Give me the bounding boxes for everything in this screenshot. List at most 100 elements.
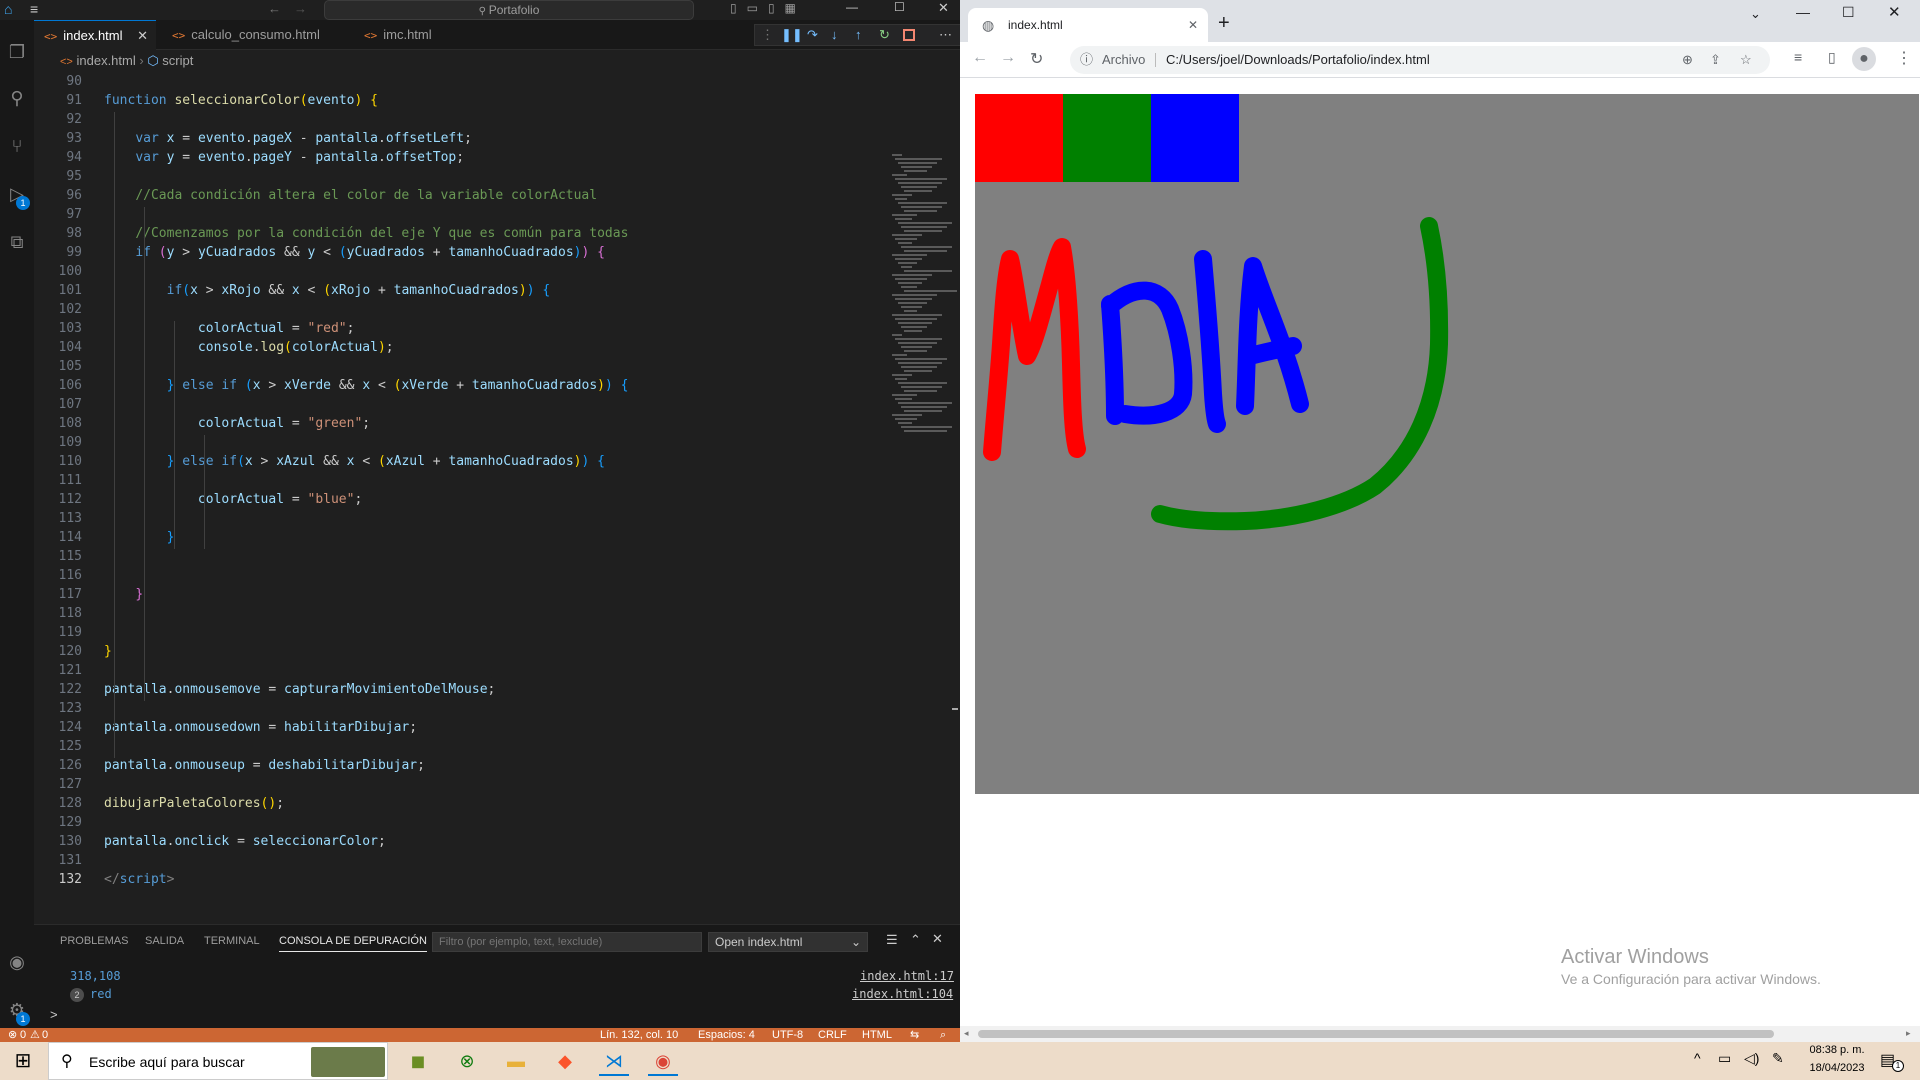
drawing-canvas[interactable] [975, 94, 1919, 794]
forward-arrow-icon[interactable]: → [294, 1, 307, 16]
tab-imc[interactable]: <> imc.html [354, 20, 464, 50]
command-center[interactable]: ⚲ Portafolio [324, 0, 694, 20]
zoom-icon[interactable]: ⊕ [1682, 46, 1693, 74]
address-bar[interactable]: ⓘ Archivo C:/Users/joel/Downloads/Portaf… [1070, 46, 1770, 74]
breadcrumb-file[interactable]: index.html [76, 53, 135, 68]
error-icon[interactable]: ⊗ [8, 1028, 17, 1042]
taskbar-search[interactable]: ⚲ Escribe aquí para buscar [48, 1042, 388, 1080]
cursor-position[interactable]: Lín. 132, col. 10 [600, 1028, 678, 1042]
search-icon[interactable]: ⚲ [5, 86, 29, 110]
tab-index-html[interactable]: <> index.html ✕ [34, 20, 156, 50]
forward-arrow-icon[interactable]: → [1000, 49, 1016, 67]
console-source-link[interactable]: index.html:104 [852, 987, 953, 1001]
code-line[interactable]: var y = evento.pageY - pantalla.offsetTo… [104, 150, 464, 165]
drag-handle-icon[interactable]: ⋮ [761, 25, 774, 45]
back-arrow-icon[interactable]: ← [268, 1, 281, 16]
step-into-icon[interactable]: ↓ [831, 25, 838, 45]
code-line[interactable]: pantalla.onmousedown = habilitarDibujar; [104, 720, 417, 735]
code-line[interactable]: } [104, 644, 112, 659]
network-icon[interactable]: ▭ [1718, 1050, 1731, 1067]
minimize-icon[interactable]: — [1796, 4, 1810, 20]
indentation[interactable]: Espacios: 4 [698, 1028, 755, 1042]
file-explorer-icon[interactable]: ▬ [501, 1046, 531, 1076]
panel-tab-problems[interactable]: PROBLEMAS [60, 935, 128, 947]
code-line[interactable]: } [104, 587, 143, 602]
code-line[interactable]: colorActual = "red"; [104, 321, 355, 336]
palette-red-square[interactable] [975, 94, 1063, 182]
line-ending[interactable]: CRLF [818, 1028, 847, 1042]
stop-icon[interactable] [903, 29, 915, 41]
xbox-icon[interactable]: ⊗ [452, 1046, 482, 1076]
code-line[interactable]: function seleccionarColor(evento) { [104, 93, 378, 108]
windows-start-icon[interactable]: ⊞ [8, 1046, 38, 1076]
scroll-right-icon[interactable]: ▸ [1906, 1028, 1911, 1039]
tab-close-icon[interactable]: ✕ [137, 21, 148, 51]
extensions-icon[interactable]: ⧉ [5, 230, 29, 254]
step-over-icon[interactable]: ↷ [807, 25, 818, 45]
account-icon[interactable]: ◉ [5, 950, 29, 974]
notifications-bell-icon[interactable]: ⌕ [940, 1028, 946, 1042]
code-line[interactable]: } else if(x > xAzul && x < (xAzul + tama… [104, 454, 605, 469]
code-line[interactable]: if(x > xRojo && x < (xRojo + tamanhoCuad… [104, 283, 551, 298]
maximize-panel-icon[interactable]: ⌃ [910, 932, 921, 948]
restart-icon[interactable]: ↻ [879, 25, 890, 45]
panel-tab-output[interactable]: SALIDA [145, 935, 184, 947]
code-line[interactable]: console.log(colorActual); [104, 340, 394, 355]
browser-tab[interactable]: ◍ index.html ✕ [968, 8, 1208, 42]
show-hidden-icons-icon[interactable]: ^ [1694, 1050, 1701, 1066]
scrollbar-thumb[interactable] [978, 1030, 1774, 1038]
filter-input[interactable] [432, 932, 702, 952]
clock-time[interactable]: 08:38 p. m. [1802, 1044, 1872, 1056]
code-line[interactable]: //Comenzamos por la condición del eje Y … [104, 226, 628, 241]
breadcrumb-symbol[interactable]: script [162, 53, 193, 68]
source-control-icon[interactable]: ⑂ [5, 134, 29, 158]
code-line[interactable]: colorActual = "blue"; [104, 492, 362, 507]
clock-date[interactable]: 18/04/2023 [1802, 1062, 1872, 1074]
chevron-down-icon[interactable]: ⌄ [1750, 6, 1761, 22]
volume-icon[interactable]: ◁) [1744, 1050, 1759, 1067]
console-prompt[interactable]: > [50, 1007, 58, 1022]
clear-console-icon[interactable]: ☰ [886, 932, 898, 948]
pause-icon[interactable]: ❚❚ [781, 25, 803, 45]
info-icon[interactable]: ⓘ [1080, 46, 1093, 74]
brave-browser-icon[interactable]: ◆ [550, 1046, 580, 1076]
share-icon[interactable]: ⇪ [1710, 46, 1721, 74]
code-line[interactable]: pantalla.onmouseup = deshabilitarDibujar… [104, 758, 425, 773]
debug-session-select[interactable]: Open index.html ⌄ [708, 932, 868, 952]
horizontal-scrollbar[interactable]: ◂ ▸ [960, 1026, 1920, 1042]
code-line[interactable]: </script> [104, 872, 174, 887]
layout-controls[interactable]: ▯▭▯▦ [730, 1, 806, 15]
code-line[interactable]: var x = evento.pageX - pantalla.offsetLe… [104, 131, 472, 146]
tab-calculo-consumo[interactable]: <> calculo_consumo.html [162, 20, 342, 50]
reading-list-icon[interactable]: ≡ [1794, 49, 1802, 65]
side-panel-icon[interactable]: ▯ [1828, 49, 1836, 66]
explorer-icon[interactable]: ❐ [5, 40, 29, 64]
live-share-icon[interactable]: ⇆ [910, 1028, 919, 1042]
more-actions-icon[interactable]: ⋯ [939, 25, 952, 45]
maximize-icon[interactable]: ☐ [894, 0, 905, 14]
console-source-link[interactable]: index.html:17 [860, 969, 954, 983]
chrome-taskbar-icon[interactable]: ◉ [648, 1046, 678, 1076]
encoding[interactable]: UTF-8 [772, 1028, 803, 1042]
menu-icon[interactable]: ≡ [30, 1, 38, 17]
back-arrow-icon[interactable]: ← [972, 49, 988, 67]
close-icon[interactable]: ✕ [938, 0, 949, 16]
bookmark-star-icon[interactable]: ☆ [1740, 46, 1752, 74]
code-line[interactable]: pantalla.onclick = seleccionarColor; [104, 834, 386, 849]
close-panel-icon[interactable]: ✕ [932, 931, 943, 947]
scroll-left-icon[interactable]: ◂ [964, 1028, 969, 1039]
minimize-icon[interactable]: — [846, 0, 858, 14]
palette-blue-square[interactable] [1151, 94, 1239, 182]
error-count[interactable]: 0 [20, 1028, 26, 1042]
code-line[interactable]: pantalla.onmousemove = capturarMovimient… [104, 682, 495, 697]
language-mode[interactable]: HTML [862, 1028, 892, 1042]
profile-avatar[interactable]: ● [1852, 47, 1876, 71]
code-line[interactable]: //Cada condición altera el color de la v… [104, 188, 597, 203]
more-menu-icon[interactable]: ⋮ [1896, 48, 1912, 68]
close-icon[interactable]: ✕ [1888, 3, 1901, 21]
maximize-icon[interactable]: ☐ [1842, 4, 1855, 21]
code-line[interactable]: if (y > yCuadrados && y < (yCuadrados + … [104, 245, 605, 260]
panel-tab-terminal[interactable]: TERMINAL [204, 935, 260, 947]
palette-green-square[interactable] [1063, 94, 1151, 182]
tab-close-icon[interactable]: ✕ [1188, 8, 1198, 42]
